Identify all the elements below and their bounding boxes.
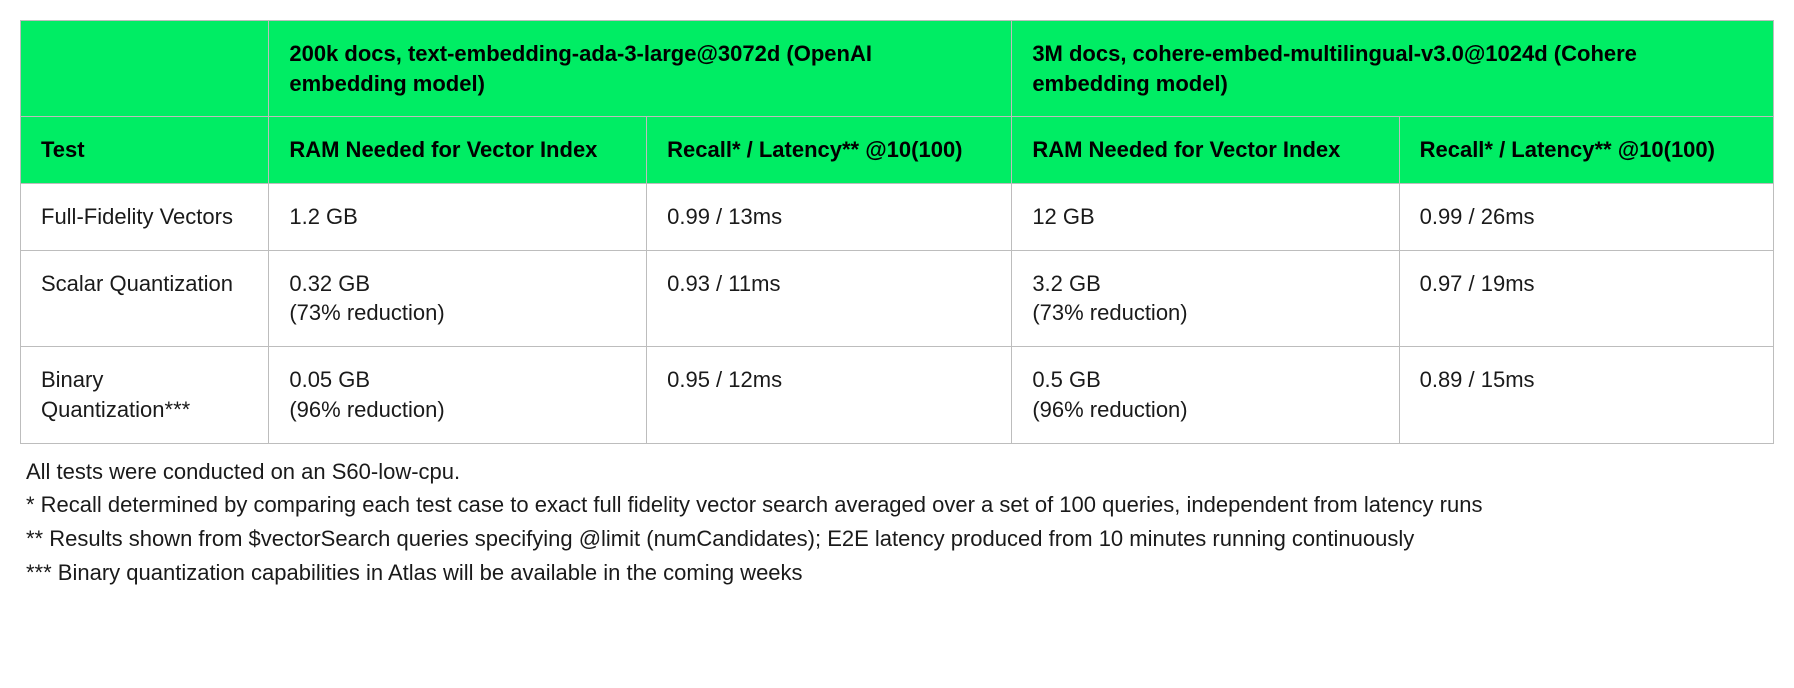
footnote-line: *** Binary quantization capabilities in … [26, 557, 1768, 589]
cell-recall2: 0.97 / 19ms [1399, 250, 1773, 346]
cell-ram1: 0.05 GB(96% reduction) [269, 347, 647, 443]
cell-ram2: 3.2 GB(73% reduction) [1012, 250, 1399, 346]
cell-ram1: 0.32 GB(73% reduction) [269, 250, 647, 346]
table-row: Scalar Quantization 0.32 GB(73% reductio… [21, 250, 1774, 346]
table-header-row-groups: 200k docs, text-embedding-ada-3-large@30… [21, 21, 1774, 117]
table-row: Binary Quantization*** 0.05 GB(96% reduc… [21, 347, 1774, 443]
cell-ram2: 0.5 GB(96% reduction) [1012, 347, 1399, 443]
cell-test: Binary Quantization*** [21, 347, 269, 443]
cell-ram1: 1.2 GB [269, 184, 647, 251]
benchmark-table: 200k docs, text-embedding-ada-3-large@30… [20, 20, 1774, 444]
header-group-cohere: 3M docs, cohere-embed-multilingual-v3.0@… [1012, 21, 1774, 117]
col-recall-openai: Recall* / Latency** @10(100) [647, 117, 1012, 184]
header-group-openai: 200k docs, text-embedding-ada-3-large@30… [269, 21, 1012, 117]
col-ram-cohere: RAM Needed for Vector Index [1012, 117, 1399, 184]
footnote-line: * Recall determined by comparing each te… [26, 489, 1768, 521]
col-recall-cohere: Recall* / Latency** @10(100) [1399, 117, 1773, 184]
table-header-row-columns: Test RAM Needed for Vector Index Recall*… [21, 117, 1774, 184]
header-blank [21, 21, 269, 117]
cell-test: Full-Fidelity Vectors [21, 184, 269, 251]
cell-test: Scalar Quantization [21, 250, 269, 346]
cell-recall2: 0.89 / 15ms [1399, 347, 1773, 443]
table-row: Full-Fidelity Vectors 1.2 GB 0.99 / 13ms… [21, 184, 1774, 251]
footnote-line: All tests were conducted on an S60-low-c… [26, 456, 1768, 488]
cell-recall2: 0.99 / 26ms [1399, 184, 1773, 251]
cell-ram2: 12 GB [1012, 184, 1399, 251]
col-test: Test [21, 117, 269, 184]
col-ram-openai: RAM Needed for Vector Index [269, 117, 647, 184]
footnote-line: ** Results shown from $vectorSearch quer… [26, 523, 1768, 555]
cell-recall1: 0.95 / 12ms [647, 347, 1012, 443]
footnotes: All tests were conducted on an S60-low-c… [20, 456, 1774, 590]
cell-recall1: 0.93 / 11ms [647, 250, 1012, 346]
cell-recall1: 0.99 / 13ms [647, 184, 1012, 251]
